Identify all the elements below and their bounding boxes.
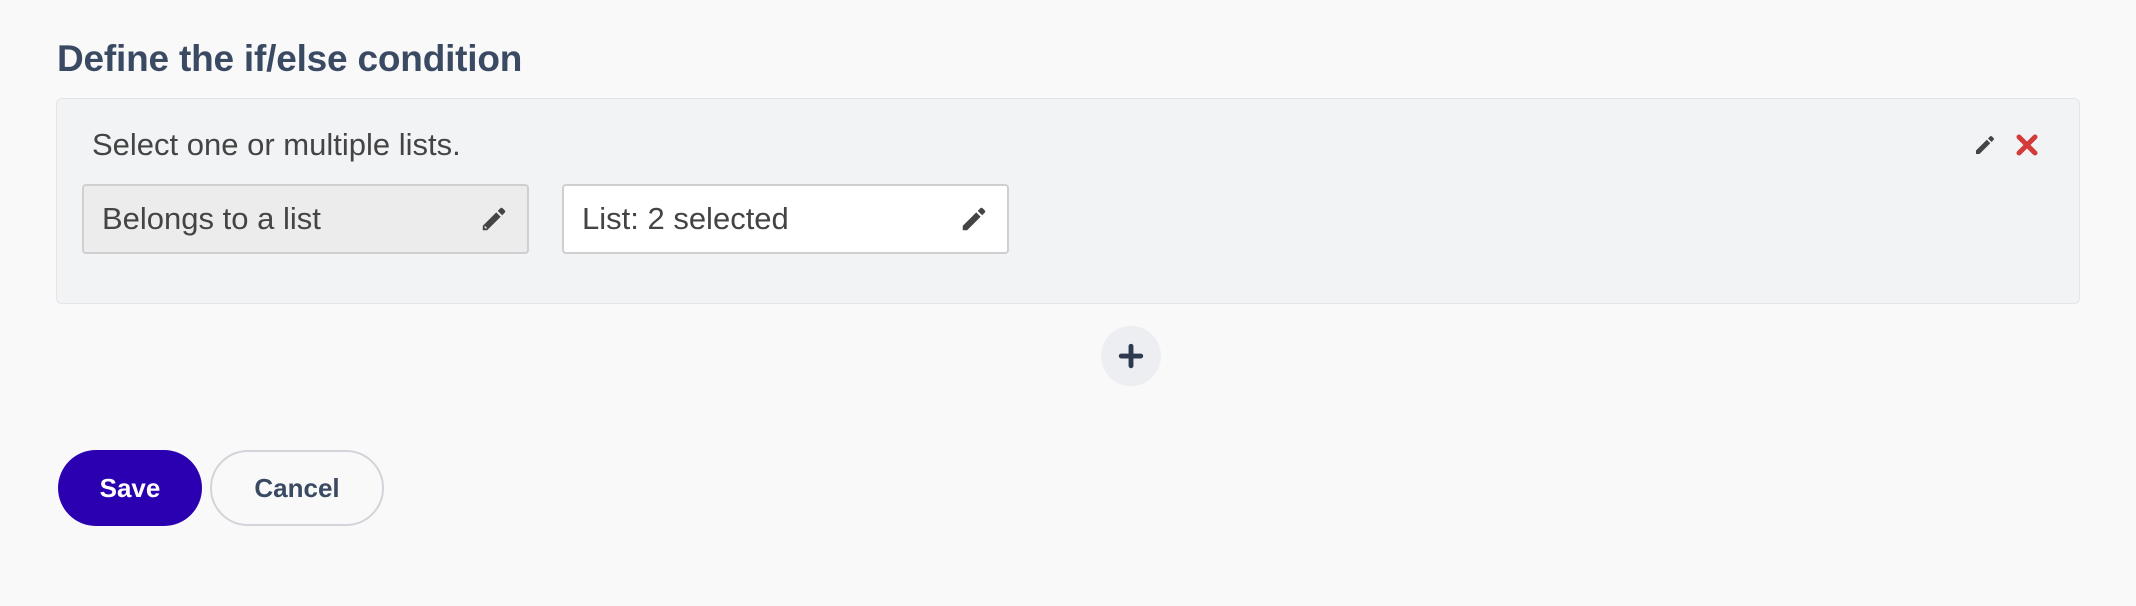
condition-actions xyxy=(1973,133,2039,157)
condition-card: Select one or multiple lists. Belongs to… xyxy=(56,98,2080,304)
list-select-field[interactable]: List: 2 selected xyxy=(562,184,1009,254)
edit-condition-button[interactable] xyxy=(1973,133,1997,157)
save-button[interactable]: Save xyxy=(58,450,202,526)
pencil-icon xyxy=(1976,136,1994,154)
cancel-button[interactable]: Cancel xyxy=(210,450,384,526)
add-condition-button[interactable] xyxy=(1101,326,1161,386)
page-title: Define the if/else condition xyxy=(57,38,523,79)
close-icon xyxy=(2016,134,2038,156)
pencil-icon xyxy=(479,204,509,234)
pencil-icon xyxy=(959,204,989,234)
condition-type-field[interactable]: Belongs to a list xyxy=(82,184,529,254)
condition-hint: Select one or multiple lists. xyxy=(92,127,461,162)
condition-type-label: Belongs to a list xyxy=(102,201,321,236)
list-select-label: List: 2 selected xyxy=(582,201,789,236)
delete-condition-button[interactable] xyxy=(2015,133,2039,157)
plus-icon xyxy=(1118,343,1144,369)
